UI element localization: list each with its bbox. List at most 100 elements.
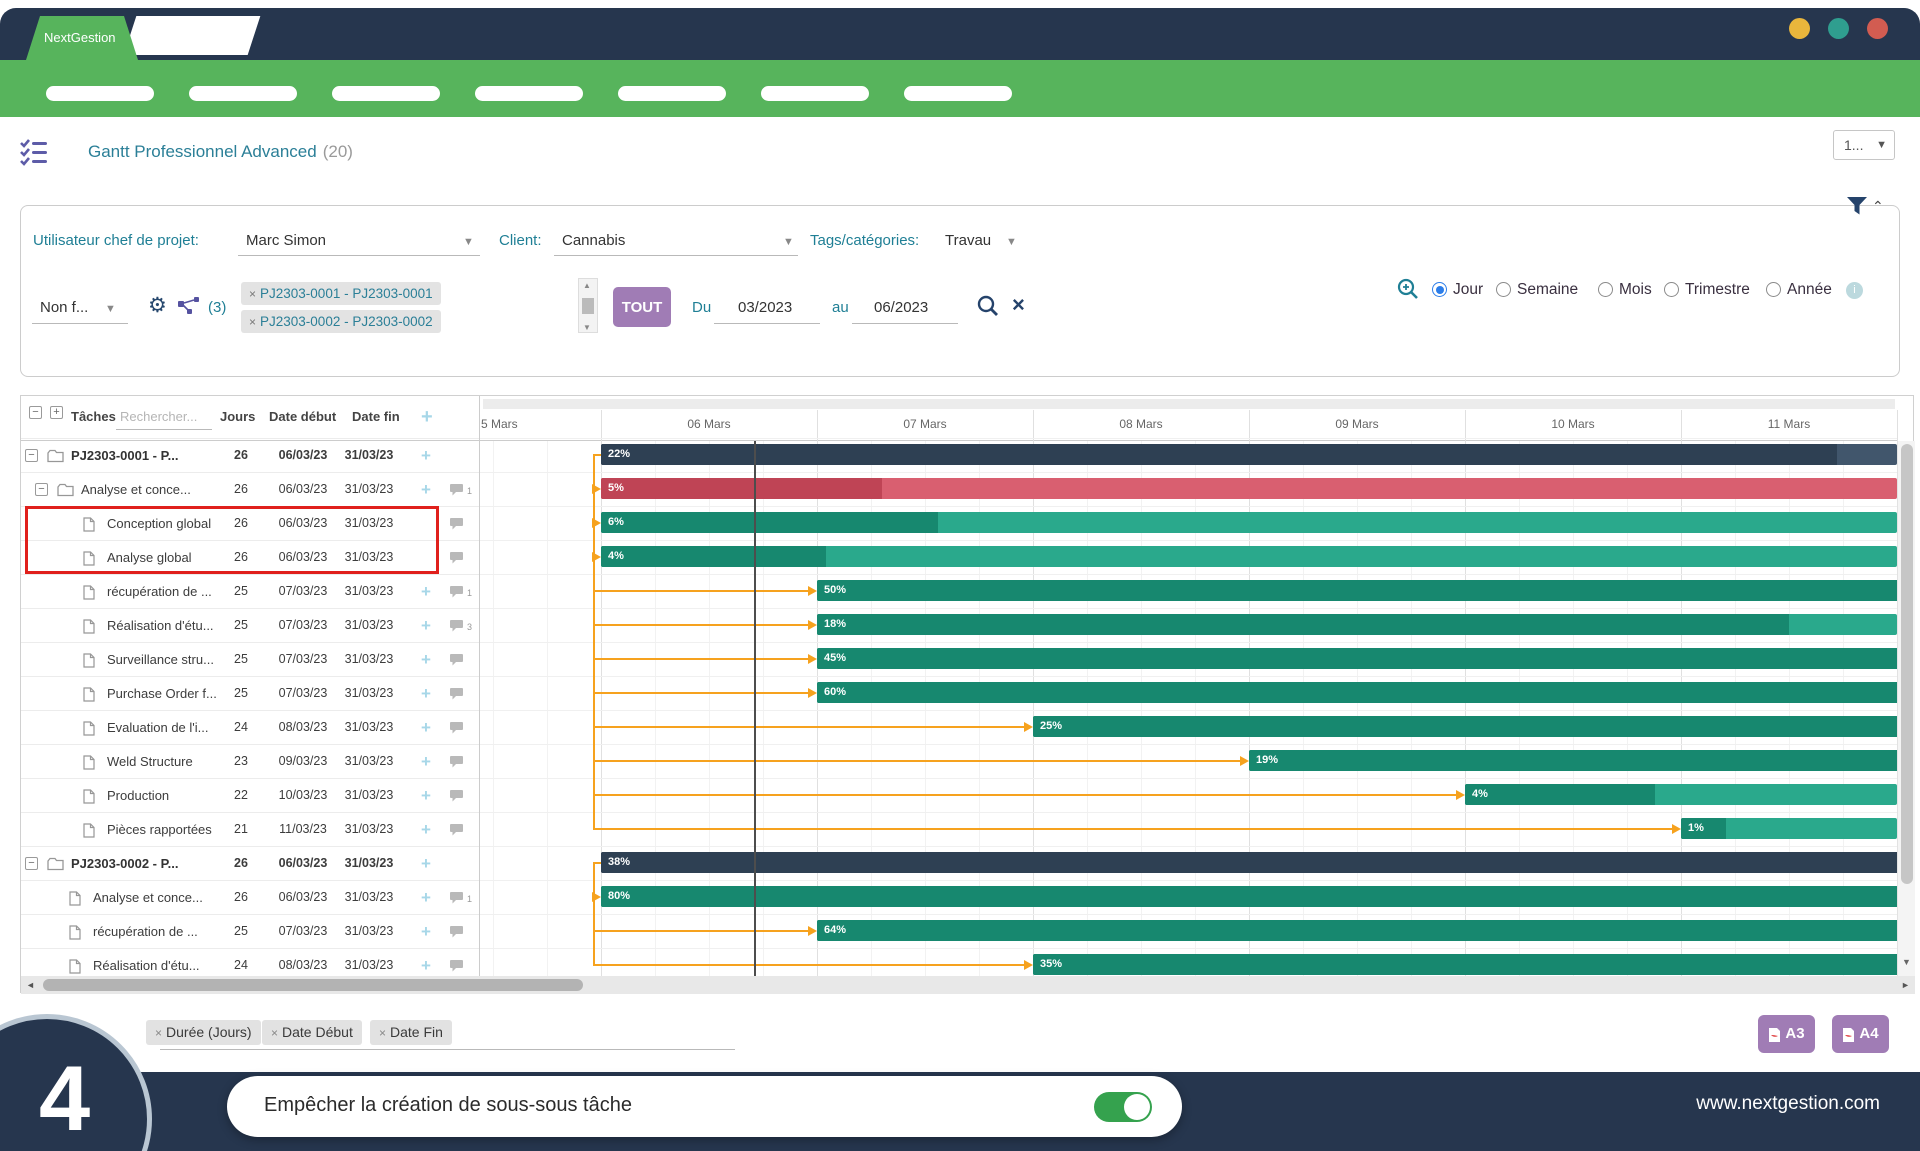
table-row[interactable]: Purchase Order f...2507/03/2331/03/23+ [21,676,479,710]
table-row[interactable]: −PJ2303-0001 - P...2606/03/2331/03/23+ [21,438,479,472]
gantt-bar[interactable]: 50% [817,580,1897,601]
radio-mois[interactable] [1598,282,1613,297]
dependency-graph-icon[interactable] [178,297,200,316]
client-filter-select[interactable]: Cannabis [562,232,625,249]
add-subtask-button[interactable]: + [421,616,431,636]
add-subtask-button[interactable]: + [421,956,431,976]
date-to-input[interactable]: 06/2023 [874,299,928,316]
nav-pill[interactable] [761,86,869,101]
vertical-scrollbar[interactable]: ▼ [1897,441,1915,976]
horizontal-scrollbar-thumb[interactable] [43,979,583,991]
nav-pill[interactable] [618,86,726,101]
gantt-bar[interactable]: 60% [817,682,1897,703]
project-chip[interactable]: ×PJ2303-0002 - PJ2303-0002 [241,310,441,333]
comment-icon[interactable] [449,687,464,701]
tags-filter-select[interactable]: Travau [945,232,991,249]
nav-pill[interactable] [332,86,440,101]
add-subtask-button[interactable]: + [421,752,431,772]
table-row[interactable]: Surveillance stru...2507/03/2331/03/23+ [21,642,479,676]
radio-trimestre[interactable] [1664,282,1679,297]
nav-pill[interactable] [46,86,154,101]
table-row[interactable]: Pièces rapportées2111/03/2331/03/23+ [21,812,479,846]
collapse-row-icon[interactable]: − [25,449,38,462]
collapse-caret-icon[interactable]: ⌃ [1872,198,1884,215]
window-dot-yellow[interactable] [1789,18,1810,39]
clear-search-icon[interactable]: × [1012,292,1025,318]
table-row[interactable]: −Analyse et conce...2606/03/2331/03/23+1 [21,472,479,506]
scroll-left-arrow[interactable]: ◄ [26,980,35,990]
column-input-underline[interactable] [160,1049,735,1050]
add-subtask-button[interactable]: + [421,650,431,670]
task-search-input[interactable]: Rechercher... [120,409,197,424]
add-subtask-button[interactable]: + [421,854,431,874]
radio-semaine[interactable] [1496,282,1511,297]
add-subtask-button[interactable]: + [421,922,431,942]
toast-toggle-switch[interactable] [1094,1092,1152,1122]
comment-icon[interactable] [449,483,464,497]
gantt-bar[interactable]: 64% [817,920,1897,941]
add-subtask-button[interactable]: + [421,582,431,602]
status-filter-select[interactable]: Non f... [40,299,88,316]
window-dot-green[interactable] [1828,18,1849,39]
chip-remove-icon[interactable]: × [271,1026,278,1040]
chip-remove-icon[interactable]: × [155,1026,162,1040]
project-chip[interactable]: ×PJ2303-0001 - PJ2303-0001 [241,282,441,305]
comment-icon[interactable] [449,891,464,905]
add-subtask-button[interactable]: + [421,446,431,466]
collapse-row-icon[interactable]: − [35,483,48,496]
search-icon[interactable] [976,294,1000,318]
add-subtask-button[interactable]: + [421,684,431,704]
browser-tab-secondary[interactable] [124,16,261,55]
comment-icon[interactable] [449,925,464,939]
scroll-right-arrow[interactable]: ► [1901,980,1910,990]
nav-pill[interactable] [475,86,583,101]
add-subtask-button[interactable]: + [421,786,431,806]
collapse-all-icon[interactable]: − [29,406,42,419]
table-row[interactable]: récupération de ...2507/03/2331/03/23+1 [21,574,479,608]
gantt-bar[interactable]: 38% [601,852,1897,873]
table-row[interactable]: Production2210/03/2331/03/23+ [21,778,479,812]
filter-funnel-icon[interactable] [1846,196,1868,216]
table-row[interactable]: Weld Structure2309/03/2331/03/23+ [21,744,479,778]
browser-tab-active[interactable]: NextGestion [26,16,138,60]
gantt-bar[interactable]: 4% [601,546,1897,567]
export-a4-button[interactable]: A4 [1832,1015,1889,1053]
comment-icon[interactable] [449,517,464,531]
gantt-bar[interactable]: 22% [601,444,1897,465]
zoom-in-icon[interactable] [1396,277,1420,301]
gantt-bar[interactable]: 5% [601,478,1897,499]
column-chip[interactable]: ×Date Fin [370,1020,452,1045]
vertical-scrollbar-thumb[interactable] [1901,444,1913,884]
radio-année[interactable] [1766,282,1781,297]
gantt-bar[interactable]: 1% [1681,818,1897,839]
gantt-bar[interactable]: 25% [1033,716,1897,737]
comment-icon[interactable] [449,551,464,565]
chip-remove-icon[interactable]: × [249,315,256,329]
comment-icon[interactable] [449,959,464,973]
table-row[interactable]: récupération de ...2507/03/2331/03/23+ [21,914,479,948]
chip-remove-icon[interactable]: × [379,1026,386,1040]
nav-pill[interactable] [904,86,1012,101]
table-row[interactable]: −PJ2303-0002 - P...2606/03/2331/03/23+ [21,846,479,880]
gear-icon[interactable]: ⚙ [148,293,167,318]
radio-jour[interactable] [1432,282,1447,297]
column-chip[interactable]: ×Date Début [262,1020,362,1045]
table-row[interactable]: Réalisation d'étu...2507/03/2331/03/23+3 [21,608,479,642]
scroll-down-arrow[interactable]: ▼ [1902,957,1911,967]
comment-icon[interactable] [449,619,464,633]
nav-pill[interactable] [189,86,297,101]
add-subtask-button[interactable]: + [421,718,431,738]
comment-icon[interactable] [449,755,464,769]
add-subtask-button[interactable]: + [421,480,431,500]
add-subtask-button[interactable]: + [421,820,431,840]
collapse-row-icon[interactable]: − [25,857,38,870]
timeline-scroll-strip[interactable] [483,399,1895,409]
comment-icon[interactable] [449,721,464,735]
column-chip[interactable]: ×Durée (Jours) [146,1020,261,1045]
export-a3-button[interactable]: A3 [1758,1015,1815,1053]
date-from-input[interactable]: 03/2023 [738,299,792,316]
gantt-bar[interactable]: 80% [601,886,1897,907]
comment-icon[interactable] [449,653,464,667]
gantt-bar[interactable]: 45% [817,648,1897,669]
select-all-button[interactable]: TOUT [613,287,671,327]
